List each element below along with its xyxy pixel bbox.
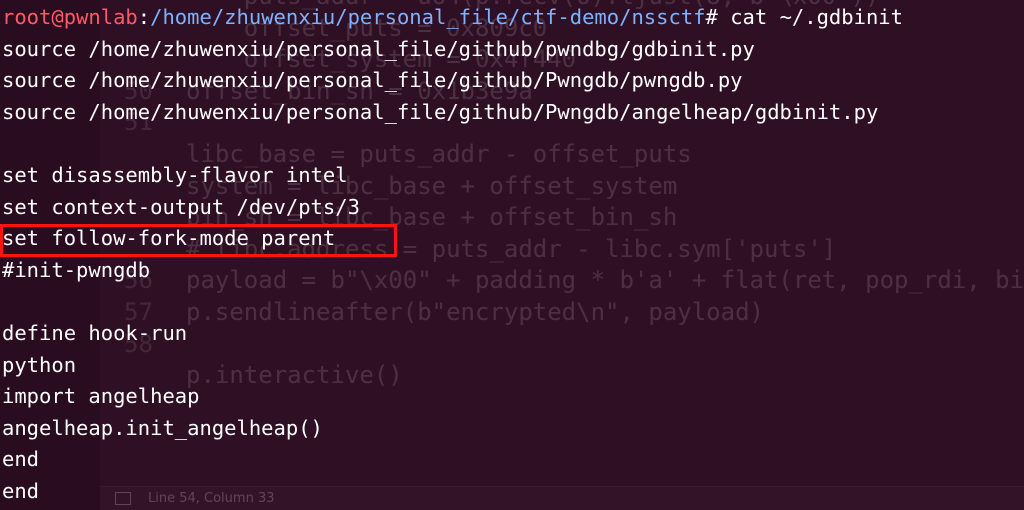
output-line: set disassembly-flavor intel bbox=[2, 162, 348, 187]
output-line: end bbox=[2, 478, 40, 503]
output-line: source /home/zhuwenxiu/personal_file/git… bbox=[2, 99, 879, 124]
prompt-path: /home/zhuwenxiu/personal_file/ctf-demo/n… bbox=[150, 5, 706, 29]
output-line: angelheap.init_angelheap() bbox=[2, 415, 323, 440]
prompt-command: # cat ~/.gdbinit bbox=[705, 5, 903, 29]
prompt-colon: : bbox=[137, 5, 151, 29]
output-line: define hook-run bbox=[2, 320, 188, 345]
highlight-annotation-box bbox=[0, 224, 397, 257]
terminal-window[interactable]: puts_addr = u64(p.recv(6).ljust(8, b'\x0… bbox=[0, 0, 1024, 510]
output-line: end bbox=[2, 447, 40, 472]
prompt-line: root@pwnlab:/home/zhuwenxiu/personal_fil… bbox=[2, 2, 903, 34]
output-line: set context-output /dev/pts/3 bbox=[2, 194, 360, 219]
prompt-user-host: root@pwnlab bbox=[2, 5, 138, 29]
output-line: source /home/zhuwenxiu/personal_file/git… bbox=[2, 36, 755, 61]
output-line: import angelheap bbox=[2, 384, 200, 409]
output-line: python bbox=[2, 352, 77, 377]
output-line: #init-pwngdb bbox=[2, 257, 151, 282]
output-line: source /home/zhuwenxiu/personal_file/git… bbox=[2, 68, 743, 93]
